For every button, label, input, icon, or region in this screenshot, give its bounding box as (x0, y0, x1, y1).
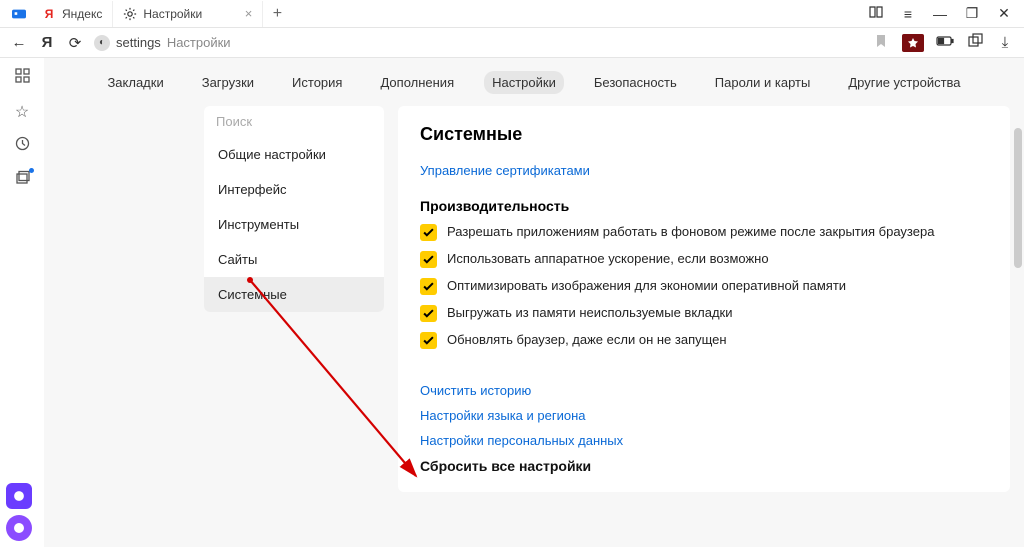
settings-panel: Системные Управление сертификатами Произ… (398, 106, 1010, 492)
subnav-history[interactable]: История (284, 71, 350, 94)
left-rail: ☆ (0, 58, 44, 547)
sidebar-item-interface[interactable]: Интерфейс (204, 172, 384, 207)
link-certificates[interactable]: Управление сертификатами (420, 163, 988, 178)
close-tab-icon[interactable]: × (245, 6, 253, 21)
subnav-addons[interactable]: Дополнения (372, 71, 462, 94)
tab-strip: Я Яндекс Настройки × + ≡ — ❐ ✕ (0, 0, 1024, 28)
new-tab-button[interactable]: + (263, 5, 291, 23)
window-app-icon (6, 1, 32, 27)
home-button[interactable]: Я (38, 34, 56, 51)
subnav-passwords[interactable]: Пароли и карты (707, 71, 819, 94)
vertical-scrollbar[interactable] (1014, 128, 1022, 268)
link-personal-data[interactable]: Настройки персональных данных (420, 433, 988, 448)
tab-label: Настройки (143, 7, 202, 21)
rail-collections-icon[interactable] (15, 170, 30, 190)
window-controls: ≡ — ❐ ✕ (866, 4, 1024, 23)
settings-subnav: Закладки Загрузки История Дополнения Нас… (44, 58, 1024, 106)
check-label: Разрешать приложениям работать в фоновом… (447, 224, 934, 239)
yandex-icon: Я (42, 7, 56, 21)
checkbox-icon[interactable] (420, 332, 437, 349)
app-icon (12, 7, 26, 21)
sidebar-item-tools[interactable]: Инструменты (204, 207, 384, 242)
reader-mode-icon[interactable] (866, 4, 886, 23)
alice-widget-icon[interactable] (6, 483, 32, 509)
settings-sidebar: Поиск Общие настройки Интерфейс Инструме… (204, 106, 384, 312)
checkbox-icon[interactable] (420, 251, 437, 268)
left-rail-bottom (6, 483, 32, 541)
subnav-bookmarks[interactable]: Закладки (99, 71, 171, 94)
subnav-downloads[interactable]: Загрузки (194, 71, 262, 94)
copy-icon[interactable] (966, 33, 984, 52)
check-label: Использовать аппаратное ускорение, если … (447, 251, 769, 266)
check-hw-accel[interactable]: Использовать аппаратное ускорение, если … (420, 251, 988, 268)
address-bar[interactable]: ◐ settings Настройки (94, 35, 231, 51)
extension-icon[interactable] (902, 34, 924, 52)
rail-star-icon[interactable]: ☆ (15, 102, 29, 122)
check-label: Оптимизировать изображения для экономии … (447, 278, 846, 293)
sidebar-item-sites[interactable]: Сайты (204, 242, 384, 277)
alice-voice-icon[interactable] (6, 515, 32, 541)
link-reset-settings[interactable]: Сбросить все настройки (420, 458, 988, 474)
sidebar-item-general[interactable]: Общие настройки (204, 137, 384, 172)
check-label: Выгружать из памяти неиспользуемые вклад… (447, 305, 733, 320)
check-update-browser[interactable]: Обновлять браузер, даже если он не запущ… (420, 332, 988, 349)
tab-label: Яндекс (62, 7, 102, 21)
section-performance: Производительность (420, 198, 988, 214)
subnav-settings[interactable]: Настройки (484, 71, 564, 94)
sidebar-search[interactable]: Поиск (204, 106, 384, 137)
link-clear-history[interactable]: Очистить историю (420, 383, 988, 398)
check-unload-tabs[interactable]: Выгружать из памяти неиспользуемые вклад… (420, 305, 988, 322)
content-area: Закладки Загрузки История Дополнения Нас… (44, 58, 1024, 547)
check-label: Обновлять браузер, даже если он не запущ… (447, 332, 727, 347)
gear-icon (123, 7, 137, 21)
tab-yandex[interactable]: Я Яндекс (32, 1, 113, 27)
rail-apps-icon[interactable] (15, 68, 30, 88)
link-language-region[interactable]: Настройки языка и региона (420, 408, 988, 423)
check-optimize-images[interactable]: Оптимизировать изображения для экономии … (420, 278, 988, 295)
subnav-devices[interactable]: Другие устройства (840, 71, 968, 94)
rail-history-icon[interactable] (15, 136, 30, 156)
bookmark-icon[interactable] (872, 34, 890, 52)
checkbox-icon[interactable] (420, 224, 437, 241)
toolbar: ← Я ⟳ ◐ settings Настройки ⤓ (0, 28, 1024, 58)
address-path: Настройки (167, 35, 231, 50)
download-icon[interactable]: ⤓ (996, 34, 1014, 51)
back-button[interactable]: ← (10, 34, 28, 51)
checkbox-icon[interactable] (420, 278, 437, 295)
minimize-icon[interactable]: — (930, 6, 950, 22)
site-info-icon[interactable]: ◐ (94, 35, 110, 51)
address-domain: settings (116, 35, 161, 50)
tab-settings[interactable]: Настройки × (113, 1, 263, 27)
check-background-apps[interactable]: Разрешать приложениям работать в фоновом… (420, 224, 988, 241)
menu-icon[interactable]: ≡ (898, 6, 918, 22)
sidebar-item-system[interactable]: Системные (204, 277, 384, 312)
panel-title: Системные (420, 124, 988, 145)
checkbox-icon[interactable] (420, 305, 437, 322)
close-window-icon[interactable]: ✕ (994, 5, 1014, 22)
subnav-security[interactable]: Безопасность (586, 71, 685, 94)
maximize-icon[interactable]: ❐ (962, 5, 982, 22)
reload-button[interactable]: ⟳ (66, 34, 84, 52)
battery-icon[interactable] (936, 34, 954, 51)
